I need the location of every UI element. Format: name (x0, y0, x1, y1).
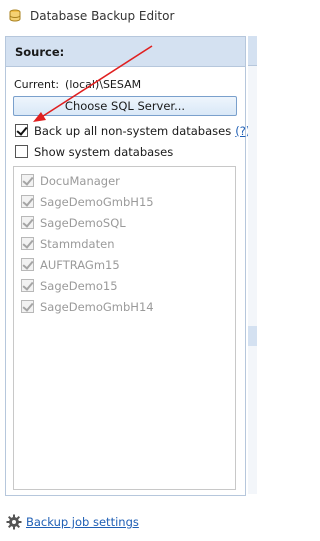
footer: Backup job settings (6, 514, 139, 530)
backup-job-settings-link[interactable]: Backup job settings (26, 515, 139, 529)
gear-icon (6, 514, 22, 530)
annotation-arrow-icon (33, 45, 153, 122)
